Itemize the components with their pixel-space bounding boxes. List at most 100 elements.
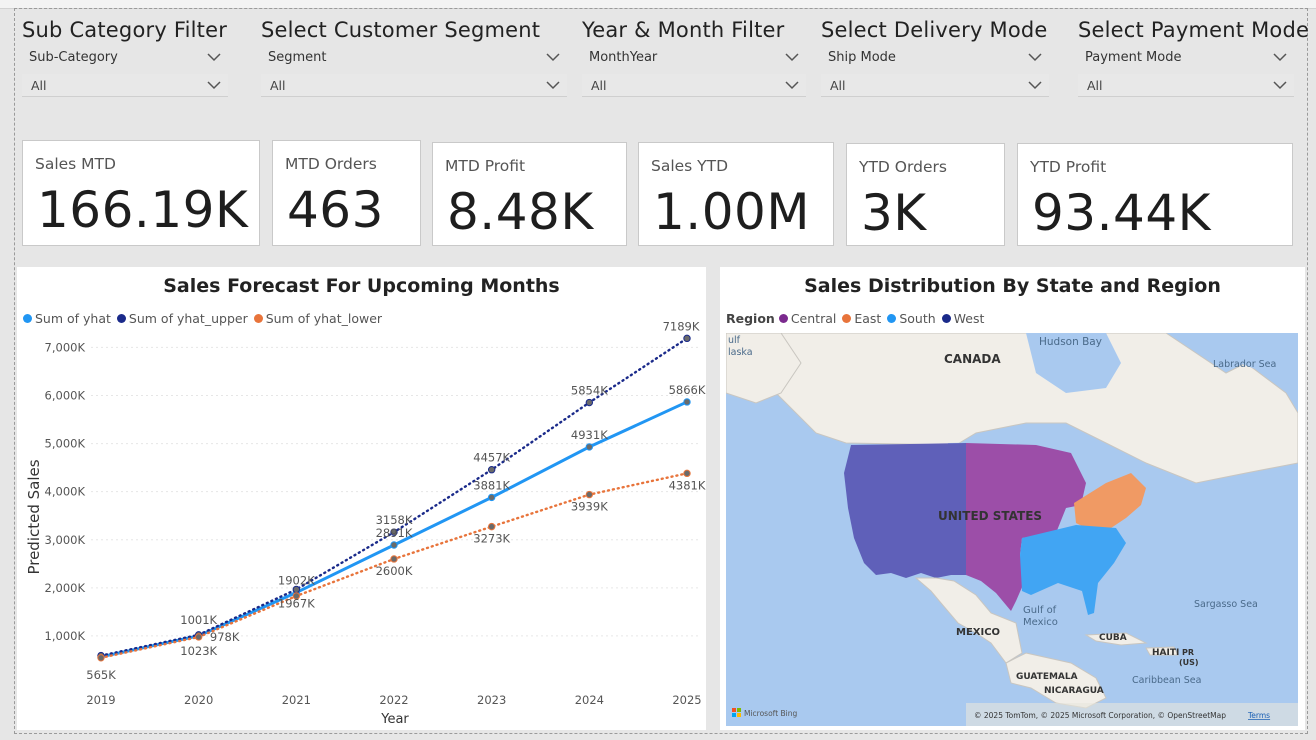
map-label-usa: UNITED STATES [938,509,1042,523]
map-label-cuba: CUBA [1099,633,1127,643]
chevron-down-icon[interactable] [1027,79,1043,91]
kpi-value: 93.44K [1032,184,1211,242]
slicer-dropdown[interactable]: All [261,74,567,97]
slicer-segment[interactable]: Select Customer Segment Segment All [261,18,567,97]
kpi-label: MTD Profit [445,157,526,175]
slicer-title: Year & Month Filter [582,18,785,42]
kpi-card-mtd-profit[interactable]: MTD Profit 8.48K [432,142,627,246]
legend-label: South [899,311,936,326]
chevron-down-icon[interactable] [206,51,222,63]
slicer-ship-mode[interactable]: Select Delivery Mode Ship Mode All [821,18,1049,97]
slicer-sub-category[interactable]: Sub Category Filter Sub-Category All [22,18,228,97]
slicer-field-label: Payment Mode [1085,49,1182,65]
slicer-field-header[interactable]: Segment [261,48,567,66]
data-label: 1902K [278,574,315,588]
data-label: 3158K [376,513,413,527]
map-label-gulf: Gulf of [1023,605,1057,616]
kpi-value: 3K [861,184,927,242]
slicer-value: All [830,77,846,93]
map-label-canada: CANADA [944,352,1001,366]
chevron-down-icon[interactable] [545,79,561,91]
slicer-field-header[interactable]: Payment Mode [1078,48,1294,66]
legend-marker [842,314,852,323]
map-label-nicaragua: NICARAGUA [1044,686,1104,696]
forecast-chart-panel[interactable]: Sales Forecast For Upcoming Months Sum o… [17,267,706,730]
chevron-down-icon[interactable] [545,51,561,63]
data-point [585,490,594,499]
legend-label: East [854,311,882,326]
chevron-down-icon[interactable] [784,51,800,63]
forecast-line-chart[interactable]: 1,000K 2,000K 3,000K 4,000K 5,000K 6,000K 7,00… [17,267,706,730]
slicer-field-label: Ship Mode [828,49,896,65]
data-point [683,334,691,343]
y-tick-label: 3,000K [45,533,86,547]
chevron-down-icon[interactable] [1272,51,1288,63]
map-canvas[interactable]: CANADA UNITED STATES MEXICO CUBA HAITI P… [726,333,1298,726]
data-point [585,443,594,451]
map-legend-title: Region [726,311,775,326]
x-tick-label: 2021 [282,693,311,707]
map-label-labrador: Labrador Sea [1213,359,1276,370]
data-label: 2600K [376,564,413,578]
map-label-sargasso: Sargasso Sea [1194,599,1258,610]
slicer-payment-mode[interactable]: Select Payment Mode Payment Mode All [1078,18,1309,97]
x-tick-label: 2024 [575,693,604,707]
kpi-value: 1.00M [653,183,810,241]
slicer-dropdown[interactable]: All [1078,74,1294,97]
slicer-dropdown[interactable]: All [821,74,1049,97]
slicer-field-label: Segment [268,49,327,65]
x-axis-title: Year [380,712,409,727]
kpi-label: Sales MTD [35,155,116,173]
slicer-title: Sub Category Filter [22,18,228,42]
y-tick-label: 7,000K [45,340,86,354]
y-tick-label: 2,000K [45,581,86,595]
chevron-down-icon[interactable] [1272,79,1288,91]
kpi-card-ytd-orders[interactable]: YTD Orders 3K [846,143,1005,246]
data-label: 4381K [669,478,706,492]
data-label: 978K [210,630,240,644]
slicer-dropdown[interactable]: All [22,74,228,97]
kpi-card-mtd-orders[interactable]: MTD Orders 463 [272,140,421,246]
data-label: 3881K [473,478,510,492]
x-tick-label: 2023 [477,693,506,707]
map-label-hudson: Hudson Bay [1039,336,1102,348]
kpi-card-ytd-profit[interactable]: YTD Profit 93.44K [1017,143,1293,246]
y-axis-title: Predicted Sales [25,459,43,574]
legend-item-central[interactable]: Central [778,311,836,326]
data-label: 5854K [571,384,608,398]
map-label-mexico-gulf: Mexico [1023,617,1058,628]
kpi-value: 8.48K [447,183,594,241]
slicer-field-label: Sub-Category [29,49,118,65]
legend-marker [887,314,897,323]
slicer-value: All [1087,77,1103,93]
legend-item-south[interactable]: South [887,311,936,326]
bing-label: Microsoft Bing [744,709,797,718]
x-tick-label: 2022 [379,693,408,707]
x-tick-label: 2025 [672,693,701,707]
data-label: 3273K [473,532,510,546]
slicer-month-year[interactable]: Year & Month Filter MonthYear All [582,18,806,97]
y-tick-label: 4,000K [45,485,86,499]
slicer-field-header[interactable]: Ship Mode [821,48,1049,66]
chevron-down-icon[interactable] [206,79,222,91]
map-title: Sales Distribution By State and Region [804,275,1221,297]
chevron-down-icon[interactable] [1027,51,1043,63]
region-map[interactable]: CANADA UNITED STATES MEXICO CUBA HAITI P… [726,333,1298,726]
legend-marker [778,314,788,323]
chevron-down-icon[interactable] [784,79,800,91]
map-terms-link[interactable]: Terms [1247,711,1270,720]
slicer-field-header[interactable]: MonthYear [582,48,806,66]
kpi-card-sales-ytd[interactable]: Sales YTD 1.00M [638,142,834,246]
slicer-field-header[interactable]: Sub-Category [22,48,228,66]
data-label: 1023K [180,644,217,658]
kpi-card-sales-mtd[interactable]: Sales MTD 166.19K [22,140,260,246]
data-point [97,654,105,662]
slicer-dropdown[interactable]: All [582,74,806,97]
data-point [390,541,398,549]
data-point [390,555,398,563]
legend-item-west[interactable]: West [941,311,984,326]
data-point [585,398,594,407]
legend-item-east[interactable]: East [842,311,881,326]
kpi-label: YTD Profit [1030,158,1107,176]
slicer-title: Select Customer Segment [261,18,541,42]
